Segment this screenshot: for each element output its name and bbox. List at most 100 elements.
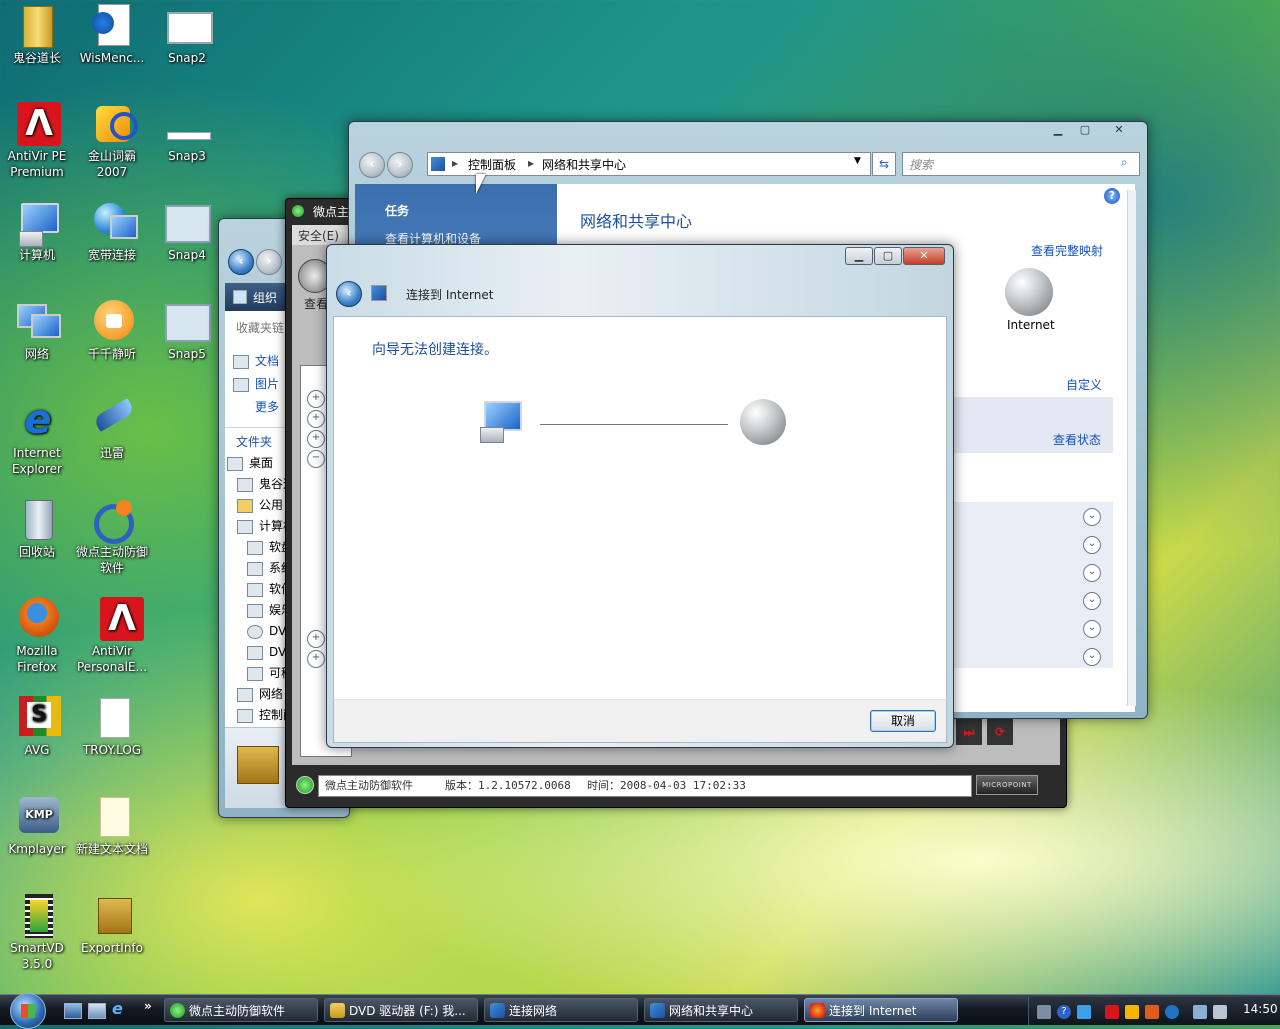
favorite-documents[interactable]: 文档 xyxy=(233,351,279,371)
show-desktop-icon[interactable] xyxy=(64,1003,82,1019)
quicklaunch-more[interactable]: » xyxy=(144,999,152,1013)
control-panel-icon xyxy=(431,157,445,171)
breadcrumb-network-center[interactable]: 网络和共享中心 xyxy=(542,156,626,173)
tree-network[interactable]: 网络 xyxy=(237,684,283,704)
system-tray: ? 14:50 xyxy=(1028,997,1280,1025)
desktop-icon-snap4[interactable]: Snap4 xyxy=(150,201,224,263)
refresh-icon[interactable]: ⇆ xyxy=(872,152,896,176)
scrollbar[interactable] xyxy=(1127,190,1136,706)
desktop-icon-wismenc[interactable]: WisMenc... xyxy=(75,4,149,66)
text-file-icon xyxy=(88,795,136,839)
connect-internet-window[interactable]: ▁ ▢ ✕ ‹ 连接到 Internet 向导无法创建连接。 取消 xyxy=(326,244,954,748)
desktop-icon-ttplayer[interactable]: 千千静听 xyxy=(75,300,149,362)
minimize-button[interactable]: ▁ xyxy=(1045,122,1071,138)
desktop-icon-antivir-pe[interactable]: Λ AntiVir PE Premium xyxy=(0,102,74,180)
micropoint-icon xyxy=(88,498,136,544)
micropoint-icon[interactable] xyxy=(1165,1005,1179,1019)
help-icon[interactable]: ? xyxy=(1104,188,1120,204)
clock[interactable]: 14:50 xyxy=(1243,1002,1278,1016)
chevron-down-icon[interactable]: ▼ xyxy=(854,156,861,166)
taskbar-btn-connect-network[interactable]: 连接网络 xyxy=(484,998,638,1022)
minimize-button[interactable]: ▁ xyxy=(845,247,873,265)
firefox-icon[interactable] xyxy=(1145,1005,1159,1019)
chevron-down-icon[interactable]: ⌄ xyxy=(1083,508,1101,526)
taskbar-btn-network-center[interactable]: 网络和共享中心 xyxy=(644,998,798,1022)
network-tray-icon[interactable] xyxy=(1077,1005,1091,1019)
micropoint-brand: MICROPOINT xyxy=(976,775,1038,795)
favorite-more[interactable]: 更多 xyxy=(255,397,279,417)
view-full-map-link[interactable]: 查看完整映射 xyxy=(1031,242,1103,259)
chevron-down-icon[interactable]: ⌄ xyxy=(1083,592,1101,610)
recycle-bin-icon xyxy=(13,498,61,542)
search-icon[interactable]: ⌕ xyxy=(1121,155,1128,170)
search-input[interactable]: 搜索 ⌕ xyxy=(902,152,1140,176)
forward-button[interactable]: › xyxy=(387,152,413,178)
desktop-icon-guigu[interactable]: 鬼谷道长 xyxy=(0,4,74,66)
menu-security[interactable]: 安全(E) xyxy=(298,227,339,244)
maximize-button[interactable]: ▢ xyxy=(874,247,902,265)
thunder-icon[interactable] xyxy=(1125,1005,1139,1019)
tree-public[interactable]: 公用 xyxy=(237,495,283,515)
refresh-icon[interactable]: ⟳ xyxy=(987,719,1013,745)
desktop-icon-antivir-personal[interactable]: Λ AntiVir PersonalE... xyxy=(75,597,149,675)
desktop-icon-thunder[interactable]: 迅雷 xyxy=(75,398,149,461)
search-placeholder: 搜索 xyxy=(909,158,934,172)
desktop-icon-kingsoft[interactable]: 金山词霸 2007 xyxy=(75,102,149,180)
network-icon xyxy=(650,1003,665,1018)
forward-button[interactable]: › xyxy=(256,249,282,275)
address-bar[interactable]: ▸ 控制面板 ▸ 网络和共享中心 ▼ xyxy=(427,152,871,176)
switch-windows-icon[interactable] xyxy=(88,1003,106,1019)
ie-icon[interactable]: e xyxy=(112,1001,128,1017)
back-button[interactable]: ‹ xyxy=(359,152,385,178)
desktop-icon-computer[interactable]: 计算机 xyxy=(0,201,74,263)
keyboard-icon[interactable] xyxy=(1037,1005,1051,1019)
close-button[interactable]: ✕ xyxy=(1099,122,1139,138)
tree-desktop[interactable]: 桌面 xyxy=(227,453,273,473)
view-status-link[interactable]: 查看状态 xyxy=(1053,431,1101,448)
chevron-down-icon[interactable]: ⌄ xyxy=(1083,620,1101,638)
desktop-icon-network[interactable]: 网络 xyxy=(0,300,74,362)
volume-icon[interactable] xyxy=(1213,1005,1227,1019)
desktop-icon-ie[interactable]: e Internet Explorer xyxy=(0,399,74,477)
organize-menu[interactable]: 组织 xyxy=(253,289,277,306)
folders-header[interactable]: 文件夹 xyxy=(236,433,272,450)
desktop-icon-broadband[interactable]: 宽带连接 xyxy=(75,201,149,263)
network-icon xyxy=(810,1003,825,1018)
drive-icon xyxy=(247,582,263,597)
back-button[interactable]: ‹ xyxy=(336,281,362,307)
taskbar-btn-dvd[interactable]: DVD 驱动器 (F:) 我... xyxy=(324,998,478,1022)
internet-globe-icon xyxy=(1005,268,1053,316)
network-status-icon[interactable] xyxy=(1193,1005,1207,1019)
breadcrumb-control-panel[interactable]: 控制面板 xyxy=(468,156,516,173)
next-track-icon[interactable]: ⏭ xyxy=(956,719,982,745)
taskbar-btn-micropoint[interactable]: 微点主动防御软件 xyxy=(164,998,318,1022)
window-snapshot-icon xyxy=(163,201,211,245)
customize-link[interactable]: 自定义 xyxy=(1066,376,1102,393)
favorite-pictures[interactable]: 图片 xyxy=(233,374,279,394)
cancel-button[interactable]: 取消 xyxy=(870,710,936,732)
maximize-button[interactable]: ▢ xyxy=(1072,122,1098,138)
desktop-icon-smartvd[interactable]: SmartVD 3.5.0 xyxy=(0,894,74,972)
desktop-icon-exportinfo[interactable]: ExportInfo xyxy=(75,894,149,956)
chevron-down-icon[interactable]: ⌄ xyxy=(1083,536,1101,554)
desktop-icon-micropoint[interactable]: 微点主动防御软件 xyxy=(75,498,149,576)
desktop-icon-snap5[interactable]: Snap5 xyxy=(150,300,224,362)
folder-icon xyxy=(237,498,253,513)
desktop-icon-avg[interactable]: S AVG xyxy=(0,696,74,758)
desktop-icon-firefox[interactable]: Mozilla Firefox xyxy=(0,597,74,675)
chevron-down-icon[interactable]: ⌄ xyxy=(1083,648,1101,666)
folder-zip-icon xyxy=(13,4,61,48)
antivir-icon[interactable] xyxy=(1105,1005,1119,1019)
help-icon[interactable]: ? xyxy=(1057,1005,1071,1019)
desktop-icon-new-text[interactable]: 新建文本文档 xyxy=(75,795,149,857)
desktop-icon-kmplayer[interactable]: KMP Kmplayer xyxy=(0,795,74,857)
desktop-icon-troylog[interactable]: TROY.LOG xyxy=(75,696,149,758)
taskbar-btn-connect-internet[interactable]: 连接到 Internet xyxy=(804,998,958,1022)
chevron-down-icon[interactable]: ⌄ xyxy=(1083,564,1101,582)
desktop-icon-snap3[interactable]: Snap3 xyxy=(150,102,224,164)
desktop-icon-recycle-bin[interactable]: 回收站 xyxy=(0,498,74,560)
close-button[interactable]: ✕ xyxy=(903,247,945,265)
computer-icon xyxy=(480,401,524,443)
desktop-icon-snap2[interactable]: Snap2 xyxy=(150,4,224,66)
back-button[interactable]: ‹ xyxy=(228,249,254,275)
